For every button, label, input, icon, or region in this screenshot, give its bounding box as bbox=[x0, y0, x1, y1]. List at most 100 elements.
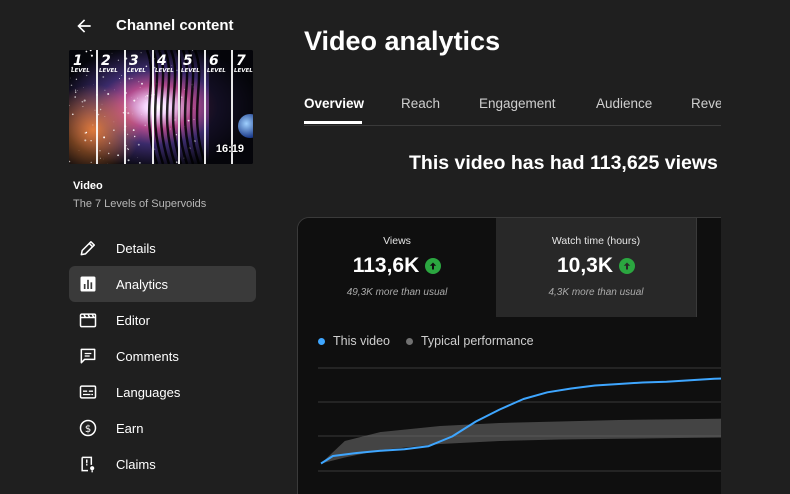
legend-label: Typical performance bbox=[420, 334, 534, 348]
thumbnail-level-word: LEVEL bbox=[127, 68, 146, 74]
thumbnail-star bbox=[71, 113, 74, 116]
tab-overview[interactable]: Overview bbox=[304, 96, 364, 111]
legend-dot bbox=[318, 337, 325, 345]
thumbnail-star bbox=[139, 162, 141, 164]
thumbnail-star bbox=[140, 114, 142, 116]
copyright-claim-icon: ! bbox=[73, 454, 103, 474]
metric-views[interactable]: Views 113,6K 49,3K more than usual bbox=[298, 218, 496, 317]
thumbnail-star bbox=[187, 119, 190, 122]
sidebar: Channel content 1 LEVEL 2 LEVEL 3 LEVEL 4 LEVEL… bbox=[0, 0, 270, 494]
content-clip bbox=[721, 200, 790, 494]
thumbnail-star bbox=[84, 139, 87, 142]
thumbnail-star bbox=[146, 94, 149, 97]
thumbnail-star bbox=[126, 147, 129, 150]
thumbnail-star bbox=[102, 76, 105, 78]
thumbnail-star bbox=[104, 89, 106, 91]
tab-revenue[interactable]: Revenue bbox=[691, 96, 721, 111]
views-headline: This video has had 113,625 views bbox=[409, 152, 718, 174]
thumbnail-star bbox=[83, 99, 86, 102]
legend-item-typical[interactable]: Typical performance bbox=[405, 334, 534, 348]
metric-label: Views bbox=[383, 235, 411, 247]
thumbnail-star bbox=[137, 157, 138, 158]
thumbnail-star bbox=[137, 97, 139, 99]
sidebar-item-details[interactable]: Details bbox=[69, 230, 256, 266]
metric-comparison: 4,3K more than usual bbox=[548, 287, 644, 298]
thumbnail-star bbox=[82, 106, 84, 108]
thumbnail-level-number: 5 bbox=[183, 53, 193, 69]
thumbnail-star bbox=[81, 100, 84, 103]
thumbnail-star bbox=[163, 105, 165, 107]
arrow-up-icon bbox=[425, 258, 442, 274]
thumbnail-star bbox=[140, 52, 142, 54]
analytics-card: Views 113,6K 49,3K more than usual Watch… bbox=[297, 217, 737, 494]
tab-audience[interactable]: Audience bbox=[596, 96, 652, 111]
thumbnail-star bbox=[70, 84, 73, 87]
thumbnail-star bbox=[145, 65, 148, 68]
thumbnail-divider bbox=[152, 50, 154, 164]
thumbnail-star bbox=[90, 161, 92, 163]
thumbnail-level-word: LEVEL bbox=[207, 68, 226, 74]
thumbnail-star bbox=[83, 87, 84, 88]
typical-performance-band bbox=[321, 418, 736, 464]
thumbnail-level-number: 3 bbox=[129, 53, 139, 69]
thumbnail-star bbox=[86, 74, 88, 77]
thumbnail-star bbox=[139, 87, 141, 89]
video-thumbnail[interactable]: 1 LEVEL 2 LEVEL 3 LEVEL 4 LEVEL 5 LEVEL 6 LEVEL 7 LEV… bbox=[69, 50, 253, 164]
thumbnail-star bbox=[144, 100, 146, 101]
metric-value-row: 113,6K bbox=[298, 254, 496, 278]
thumbnail-level-word: LEVEL bbox=[181, 68, 200, 74]
legend-item-this-video[interactable]: This video bbox=[318, 334, 390, 348]
thumbnail-star bbox=[85, 50, 88, 53]
analytics-tabs: Overview Reach Engagement Audience Reven… bbox=[304, 90, 721, 126]
thumbnail-star bbox=[174, 119, 176, 121]
thumbnail-star bbox=[76, 90, 78, 91]
thumbnail-star bbox=[193, 118, 195, 120]
thumbnail-level-number: 2 bbox=[101, 53, 111, 69]
thumbnail-star bbox=[90, 54, 92, 55]
thumbnail-level-number: 7 bbox=[236, 53, 246, 69]
analytics-icon bbox=[73, 274, 103, 294]
page-title: Video analytics bbox=[304, 26, 501, 56]
sidebar-item-label: Claims bbox=[116, 456, 156, 472]
back-arrow-icon[interactable] bbox=[72, 14, 96, 38]
thumbnail-star bbox=[101, 103, 103, 105]
metric-watch-time[interactable]: Watch time (hours) 10,3K 4,3K more than … bbox=[496, 218, 696, 317]
thumbnail-star bbox=[133, 99, 136, 102]
thumbnail-star bbox=[99, 157, 101, 159]
sidebar-item-languages[interactable]: Languages bbox=[69, 374, 256, 410]
thumbnail-star bbox=[104, 116, 106, 118]
thumbnail-level-number: 6 bbox=[209, 53, 219, 69]
thumbnail-star bbox=[128, 77, 131, 80]
thumbnail-star bbox=[107, 92, 110, 96]
thumbnail-star bbox=[85, 131, 88, 134]
thumbnail-star bbox=[70, 77, 72, 79]
thumbnail-star bbox=[131, 78, 133, 80]
video-duration: 16:19 bbox=[215, 143, 244, 155]
sidebar-item-comments[interactable]: Comments bbox=[69, 338, 256, 374]
legend-dot bbox=[405, 337, 413, 345]
thumbnail-divider bbox=[96, 50, 98, 164]
thumbnail-star bbox=[75, 91, 77, 93]
sidebar-item-label: Analytics bbox=[116, 276, 169, 292]
sidebar-item-analytics[interactable]: Analytics bbox=[69, 266, 256, 302]
thumbnail-level-number: 1 bbox=[73, 53, 83, 69]
thumbnail-star bbox=[107, 152, 110, 155]
sidebar-item-label: Comments bbox=[116, 348, 179, 364]
sidebar-item-claims[interactable]: ! Claims bbox=[69, 446, 256, 482]
clapperboard-icon bbox=[73, 310, 103, 330]
sidebar-nav: Details Analytics Editor Comments Langua… bbox=[69, 230, 256, 482]
tabs-divider bbox=[304, 125, 721, 126]
video-title: The 7 Levels of Supervoids bbox=[73, 198, 207, 210]
svg-text:!: ! bbox=[85, 458, 89, 468]
tab-engagement[interactable]: Engagement bbox=[479, 96, 556, 111]
sidebar-item-earn[interactable]: $ Earn bbox=[69, 410, 256, 446]
main-content: Video analytics Overview Reach Engagemen… bbox=[270, 0, 790, 494]
tab-reach[interactable]: Reach bbox=[401, 96, 440, 111]
arrow-up-icon bbox=[619, 258, 636, 274]
thumbnail-star bbox=[148, 93, 149, 95]
thumbnail-star bbox=[138, 81, 140, 83]
views-chart[interactable]: 0102030 bbox=[298, 358, 737, 494]
thumbnail-level-word: LEVEL bbox=[71, 68, 90, 74]
sidebar-item-editor[interactable]: Editor bbox=[69, 302, 256, 338]
thumbnail-star bbox=[114, 89, 115, 91]
